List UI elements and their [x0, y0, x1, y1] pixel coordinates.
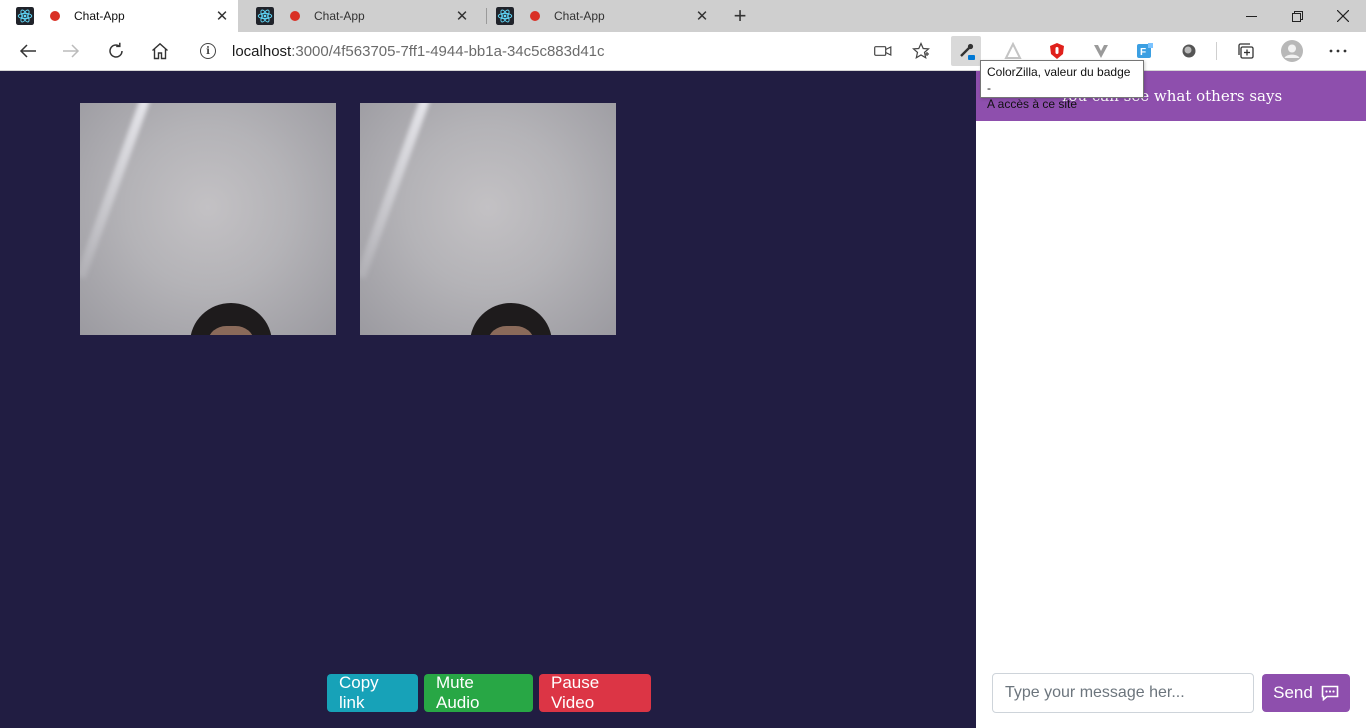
- settings-more-button[interactable]: [1323, 36, 1353, 66]
- react-icon: [256, 7, 274, 25]
- light-streak: [80, 103, 151, 279]
- star-icon: [912, 42, 930, 60]
- react-icon: [496, 7, 514, 25]
- f-logo-icon: F: [1137, 43, 1153, 58]
- close-tab-icon[interactable]: ✕: [454, 8, 470, 25]
- local-video: [80, 103, 336, 335]
- circle-logo-icon: [1182, 44, 1196, 58]
- close-window-button[interactable]: [1320, 0, 1366, 32]
- recording-indicator-icon: [290, 11, 300, 21]
- video-area: Copy link Mute Audio Pause Video: [0, 71, 976, 728]
- pause-video-button[interactable]: Pause Video: [539, 673, 651, 712]
- tooltip-line-2: A accès à ce site: [987, 97, 1078, 111]
- send-label: Send: [1273, 683, 1313, 702]
- site-info-icon[interactable]: i: [200, 43, 216, 59]
- video-camera-icon: [874, 46, 892, 56]
- refresh-icon: [109, 42, 123, 58]
- address-bar[interactable]: i localhost:3000/4f563705-7ff1-4944-bb1a…: [188, 36, 940, 66]
- recording-indicator-icon: [530, 11, 540, 21]
- refresh-button[interactable]: [101, 36, 131, 66]
- url-host: localhost: [232, 42, 292, 60]
- call-controls: Copy link Mute Audio Pause Video: [327, 673, 651, 712]
- new-tab-button[interactable]: +: [728, 4, 752, 28]
- tab-strip: Chat-App ✕ Chat-App ✕ Chat-App ✕ +: [0, 0, 1366, 32]
- browser-tab-3[interactable]: Chat-App ✕: [480, 0, 718, 32]
- back-button[interactable]: [13, 36, 43, 66]
- browser-tab-1[interactable]: Chat-App ✕: [0, 0, 238, 32]
- remote-video: [360, 103, 616, 335]
- restore-icon: [1291, 10, 1303, 22]
- avatar-icon: [1281, 40, 1303, 62]
- light-streak: [360, 103, 431, 279]
- minimize-button[interactable]: [1228, 0, 1274, 32]
- forward-button[interactable]: [56, 36, 86, 66]
- forward-arrow-icon: [63, 44, 80, 58]
- send-button[interactable]: Send: [1262, 674, 1350, 712]
- react-icon: [16, 7, 34, 25]
- recording-indicator-icon: [50, 11, 60, 21]
- message-input[interactable]: [992, 673, 1254, 713]
- extension-circle-button[interactable]: [1174, 36, 1204, 66]
- chat-messages: [976, 121, 1366, 661]
- shield-red-icon: [1050, 43, 1064, 59]
- colorzilla-extension-button[interactable]: [951, 36, 981, 66]
- tab-title: Chat-App: [554, 9, 605, 23]
- favorite-button[interactable]: [908, 36, 934, 66]
- home-button[interactable]: [145, 36, 175, 66]
- tooltip-line-1: ColorZilla, valeur du badge -: [987, 65, 1131, 95]
- more-dots-icon: [1329, 49, 1347, 53]
- chat-bubble-icon: [1321, 685, 1339, 701]
- toolbar-divider: [1216, 42, 1217, 60]
- profile-button[interactable]: [1277, 36, 1307, 66]
- close-tab-icon[interactable]: ✕: [214, 8, 230, 25]
- v-logo-icon: [1094, 45, 1108, 58]
- collections-icon: [1238, 43, 1254, 59]
- tab-title: Chat-App: [314, 9, 365, 23]
- tab-title: Chat-App: [74, 9, 125, 23]
- mute-audio-button[interactable]: Mute Audio: [424, 673, 533, 712]
- close-tab-icon[interactable]: ✕: [694, 8, 710, 25]
- home-icon: [152, 42, 168, 60]
- back-arrow-icon: [19, 44, 36, 58]
- eyedropper-icon: [960, 43, 975, 60]
- svg-text:F: F: [1140, 47, 1146, 58]
- chat-panel: You can see what others says Send: [976, 71, 1366, 728]
- browser-toolbar: i localhost:3000/4f563705-7ff1-4944-bb1a…: [0, 32, 1366, 71]
- close-icon: [1337, 10, 1349, 22]
- restore-button[interactable]: [1274, 0, 1320, 32]
- triangle-logo-icon: [1004, 42, 1022, 59]
- camera-indicator-button[interactable]: [870, 36, 896, 66]
- collections-button[interactable]: [1231, 36, 1261, 66]
- url-path: :3000/4f563705-7ff1-4944-bb1a-34c5c883d4…: [291, 42, 605, 60]
- copy-link-button[interactable]: Copy link: [327, 673, 418, 712]
- minimize-icon: [1245, 15, 1257, 17]
- browser-tab-2[interactable]: Chat-App ✕: [240, 0, 478, 32]
- extension-tooltip: ColorZilla, valeur du badge - A accès à …: [980, 60, 1144, 111]
